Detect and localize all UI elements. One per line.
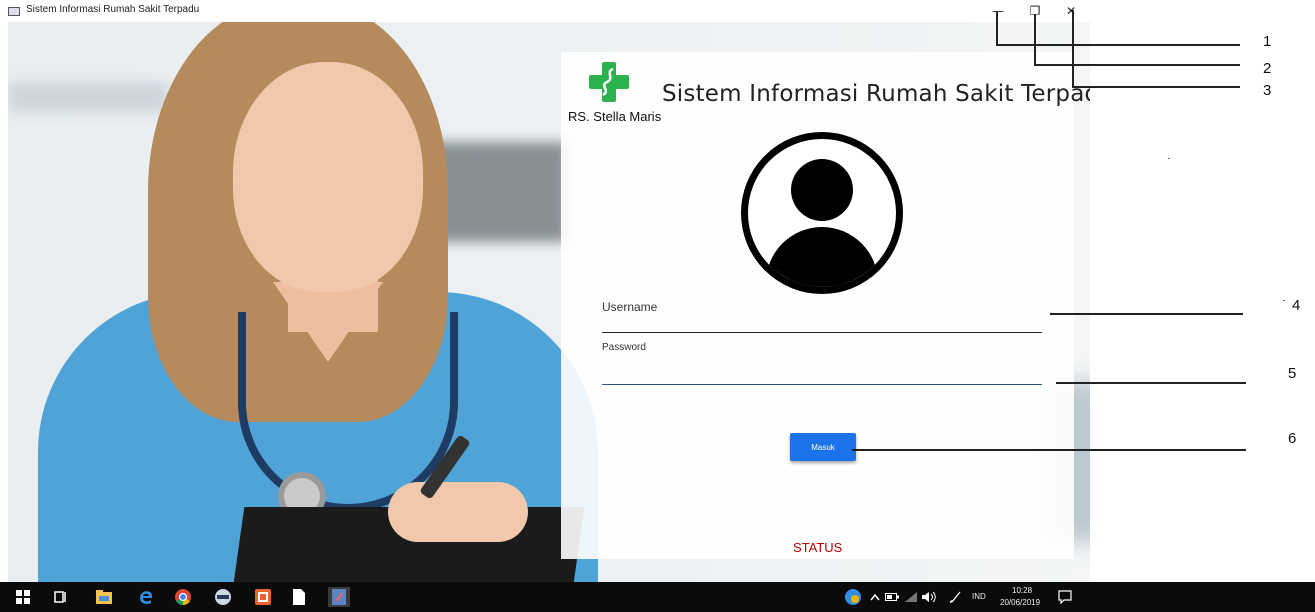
password-label: Password (602, 342, 646, 353)
notification-app-icon[interactable] (842, 587, 864, 607)
clock-date: 20/06/2019 (1000, 598, 1041, 607)
notepad-icon[interactable] (288, 587, 310, 607)
nurse-hand (388, 482, 528, 542)
nurse-face (233, 62, 423, 292)
app-title: Sistem Informasi Rumah Sakit Terpadu (662, 81, 1090, 107)
minimize-button[interactable]: — (983, 2, 1013, 20)
app-icon[interactable] (212, 587, 234, 607)
callout-line (1056, 382, 1246, 384)
callout-line (1034, 64, 1240, 66)
close-button[interactable]: ✕ (1056, 2, 1086, 20)
office-icon[interactable] (252, 587, 274, 607)
chrome-icon[interactable] (172, 587, 194, 607)
clock[interactable]: 10:28 20/06/2019 (1000, 584, 1050, 610)
avatar-shoulders (766, 227, 878, 287)
login-window-background: RS. Stella Maris Sistem Informasi Rumah … (8, 22, 1090, 582)
task-view-icon[interactable] (50, 587, 72, 607)
username-label: Username (602, 300, 658, 314)
callout-number-2: 2 (1263, 60, 1272, 77)
callout-number-5: 5 (1288, 365, 1297, 382)
username-input[interactable] (602, 314, 1042, 333)
callout-line (996, 12, 998, 44)
volume-icon[interactable] (918, 587, 940, 607)
password-input[interactable] (602, 364, 1042, 385)
callout-line (996, 44, 1240, 46)
callout-line (1072, 10, 1074, 86)
window-title-bar: Sistem Informasi Rumah Sakit Terpadu — ❐… (0, 0, 1090, 22)
language-indicator[interactable]: IND (972, 592, 986, 601)
callout-number-3: 3 (1263, 82, 1272, 99)
clock-time: 10:28 (1012, 586, 1033, 595)
callout-number-4: 4 (1292, 297, 1301, 314)
login-button[interactable]: Masuk (790, 433, 856, 461)
avatar-head (791, 159, 853, 221)
login-panel: RS. Stella Maris Sistem Informasi Rumah … (561, 52, 1090, 559)
pen-workspace-icon[interactable] (945, 587, 967, 607)
action-center-icon[interactable] (1054, 587, 1076, 607)
stray-mark (1283, 300, 1285, 301)
background-blur-shape (428, 142, 568, 242)
java-app-icon[interactable] (328, 587, 350, 607)
app-window-icon (8, 7, 20, 16)
stray-mark (1168, 158, 1170, 159)
windows-taskbar: IND 10:28 20/06/2019 (0, 582, 1315, 612)
window-title: Sistem Informasi Rumah Sakit Terpadu (26, 4, 200, 15)
edge-icon[interactable] (135, 587, 157, 607)
status-text: STATUS (793, 540, 843, 555)
windows-start-icon[interactable] (12, 587, 34, 607)
callout-number-6: 6 (1288, 430, 1297, 447)
callout-line (1072, 86, 1240, 88)
user-avatar-icon (741, 132, 903, 294)
hospital-name: RS. Stella Maris (568, 109, 662, 124)
callout-line (852, 449, 1246, 451)
callout-number-1: 1 (1263, 33, 1272, 50)
hospital-logo-icon (589, 62, 629, 102)
callout-line (1050, 313, 1243, 315)
file-explorer-icon[interactable] (93, 587, 115, 607)
background-blur-shape (8, 82, 168, 112)
callout-line (1034, 14, 1036, 64)
